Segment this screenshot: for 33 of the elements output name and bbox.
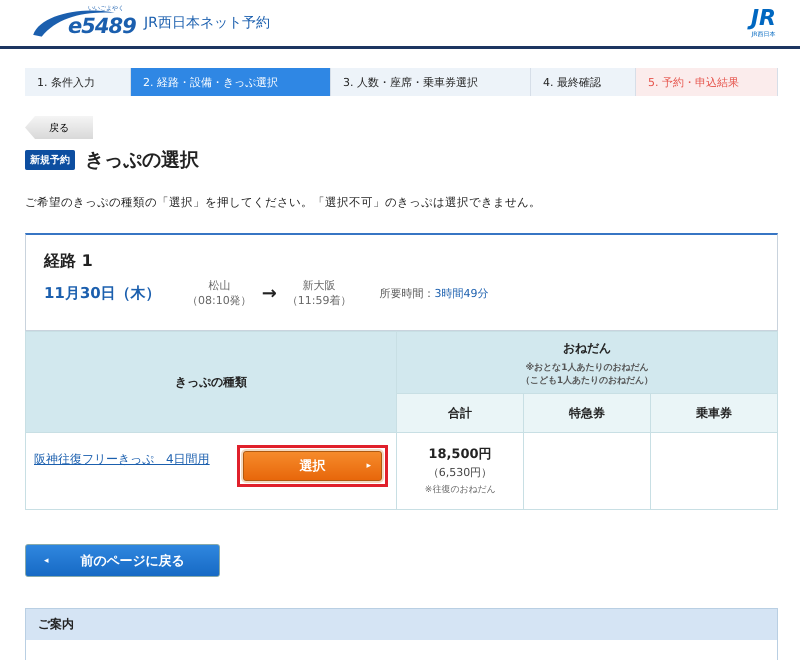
progress-step: 3. 人数・座席・乗車券選択: [331, 68, 531, 96]
price-note: （こども1人あたりのおねだん）: [520, 374, 654, 387]
departure-time: （08:10発）: [187, 293, 252, 308]
ticket-link[interactable]: 阪神往復フリーきっぷ 4日間用: [34, 451, 210, 487]
progress-step: 5. 予約・申込結果: [636, 68, 778, 96]
price-note: ※おとな1人あたりのおねだん: [524, 362, 650, 374]
instruction-text: ご希望のきっぷの種類の「選択」を押してください。「選択不可」のきっぷは選択できません。: [25, 195, 542, 210]
arrival-station: 新大阪: [302, 278, 336, 293]
column-header: 特急券: [524, 394, 650, 432]
logo-text: e5489: [68, 14, 136, 38]
back-button[interactable]: 戻る: [25, 116, 93, 139]
column-header: 合計: [396, 394, 524, 432]
total-price: 18,500円: [427, 446, 493, 463]
progress-step: 1. 条件入力: [25, 68, 131, 96]
progress-step: 4. 最終確認: [531, 68, 636, 96]
duration-label: 所要時間：: [380, 286, 434, 300]
column-header: 乗車券: [650, 394, 778, 432]
info-title: ご案内: [26, 609, 777, 640]
page-title: きっぷの選択: [85, 148, 199, 173]
site-title: JR西日本ネット予約: [144, 14, 270, 32]
price-header: おねだん: [562, 340, 612, 357]
arrow-icon: →: [262, 282, 277, 304]
progress-step: 2. 経路・設備・きっぷ選択: [131, 68, 331, 96]
duration-value: 3時間49分: [434, 286, 488, 300]
child-price: （6,530円）: [426, 465, 494, 480]
departure-station: 松山: [208, 278, 230, 293]
previous-page-button[interactable]: ◂ 前のページに戻る: [25, 544, 220, 577]
arrival-time: （11:59着）: [286, 293, 352, 308]
price-note: ※往復のおねだん: [424, 484, 496, 496]
status-badge: 新規予約: [25, 150, 75, 170]
travel-date: 11月30日（木）: [44, 284, 162, 302]
column-header: きっぷの種類: [26, 332, 396, 432]
route-heading: 経路 1: [44, 251, 94, 272]
